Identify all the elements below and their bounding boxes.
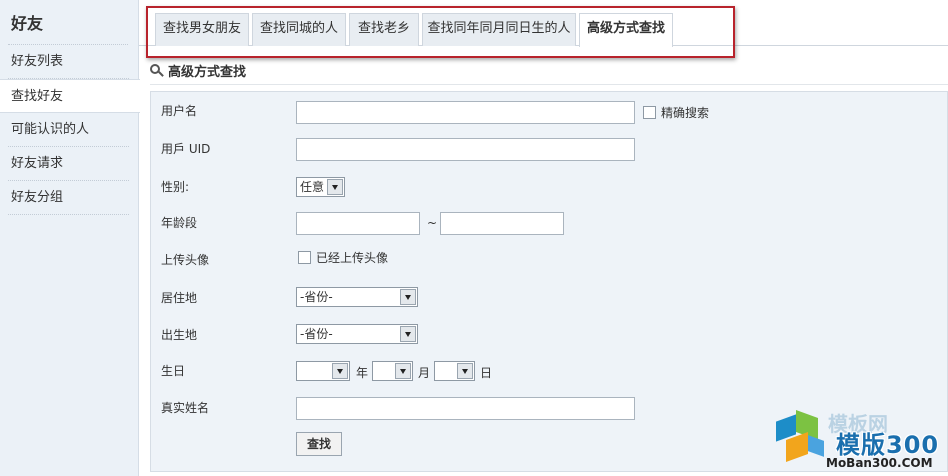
sidebar-item-label: 好友列表 (11, 54, 64, 69)
sidebar-item-people-you-may-know[interactable]: 可能认识的人 (0, 113, 139, 147)
section-divider (150, 84, 948, 85)
sidebar-item-label: 可能认识的人 (11, 122, 90, 137)
birthplace-province-select[interactable]: -省份- (296, 324, 418, 344)
username-input[interactable] (296, 101, 635, 124)
section-title: 高级方式查找 (168, 65, 247, 80)
tab-find-partner[interactable]: 查找男女朋友 (155, 13, 249, 46)
birth-day-select[interactable] (434, 361, 475, 381)
birthplace-select-value: -省份- (300, 327, 333, 341)
realname-input[interactable] (296, 397, 635, 420)
uid-label: 用戶 UID (161, 142, 211, 156)
avatar-uploaded-checkbox[interactable] (298, 251, 311, 264)
watermark-url: MoBan300.COM (826, 456, 933, 470)
chevron-down-icon (332, 363, 348, 379)
year-unit-label: 年 (356, 366, 369, 380)
avatar-uploaded-label: 已经上传头像 (316, 251, 389, 265)
sidebar-item-label: 好友请求 (11, 156, 64, 171)
tab-find-same-birthday[interactable]: 查找同年同月同日生的人 (422, 13, 576, 46)
chevron-down-icon (395, 363, 411, 379)
watermark-logo: 模板网 模版300 MoBan300.COM (772, 409, 948, 476)
tab-find-same-city[interactable]: 查找同城的人 (252, 13, 346, 46)
watermark-brand: 模版300 (836, 431, 940, 459)
sidebar-item-find-friends[interactable]: 查找好友 (0, 79, 140, 113)
birth-year-select[interactable] (296, 361, 350, 381)
chevron-down-icon (400, 289, 416, 305)
sidebar-item-friend-groups[interactable]: 好友分组 (0, 181, 139, 215)
age-separator: ~ (427, 216, 438, 230)
sidebar-item-friend-list[interactable]: 好友列表 (0, 45, 139, 79)
sidebar: 好友 好友列表 查找好友 可能认识的人 好友请求 好友分组 (0, 0, 140, 476)
age-from-input[interactable] (296, 212, 420, 235)
tab-find-hometown[interactable]: 查找老乡 (349, 13, 419, 46)
gender-label: 性别: (161, 180, 190, 194)
exact-search-label: 精确搜索 (661, 106, 710, 120)
residence-province-select[interactable]: -省份- (296, 287, 418, 307)
sidebar-title: 好友 (11, 14, 44, 33)
exact-search-checkbox[interactable] (643, 106, 656, 119)
sidebar-item-label: 好友分组 (11, 190, 64, 205)
age-to-input[interactable] (440, 212, 564, 235)
age-label: 年龄段 (161, 216, 198, 230)
section-heading: 高级方式查找 (150, 61, 246, 81)
birthplace-label: 出生地 (161, 328, 198, 342)
day-unit-label: 日 (480, 366, 493, 380)
chevron-down-icon (327, 179, 343, 195)
birthday-label: 生日 (161, 364, 186, 378)
month-unit-label: 月 (418, 366, 431, 380)
magnifier-icon (150, 64, 164, 78)
search-button[interactable]: 查找 (296, 432, 342, 456)
residence-select-value: -省份- (300, 290, 333, 304)
username-label: 用户名 (161, 104, 198, 118)
sidebar-item-friend-requests[interactable]: 好友请求 (0, 147, 139, 181)
birth-month-select[interactable] (372, 361, 413, 381)
gender-select-value: 任意 (300, 180, 325, 194)
sidebar-item-label: 查找好友 (11, 89, 64, 104)
avatar-label: 上传头像 (161, 253, 210, 267)
gender-select[interactable]: 任意 (296, 177, 345, 197)
chevron-down-icon (457, 363, 473, 379)
uid-input[interactable] (296, 138, 635, 161)
chevron-down-icon (400, 326, 416, 342)
tab-advanced-search[interactable]: 高级方式查找 (579, 13, 673, 47)
residence-label: 居住地 (161, 291, 198, 305)
realname-label: 真实姓名 (161, 401, 210, 415)
